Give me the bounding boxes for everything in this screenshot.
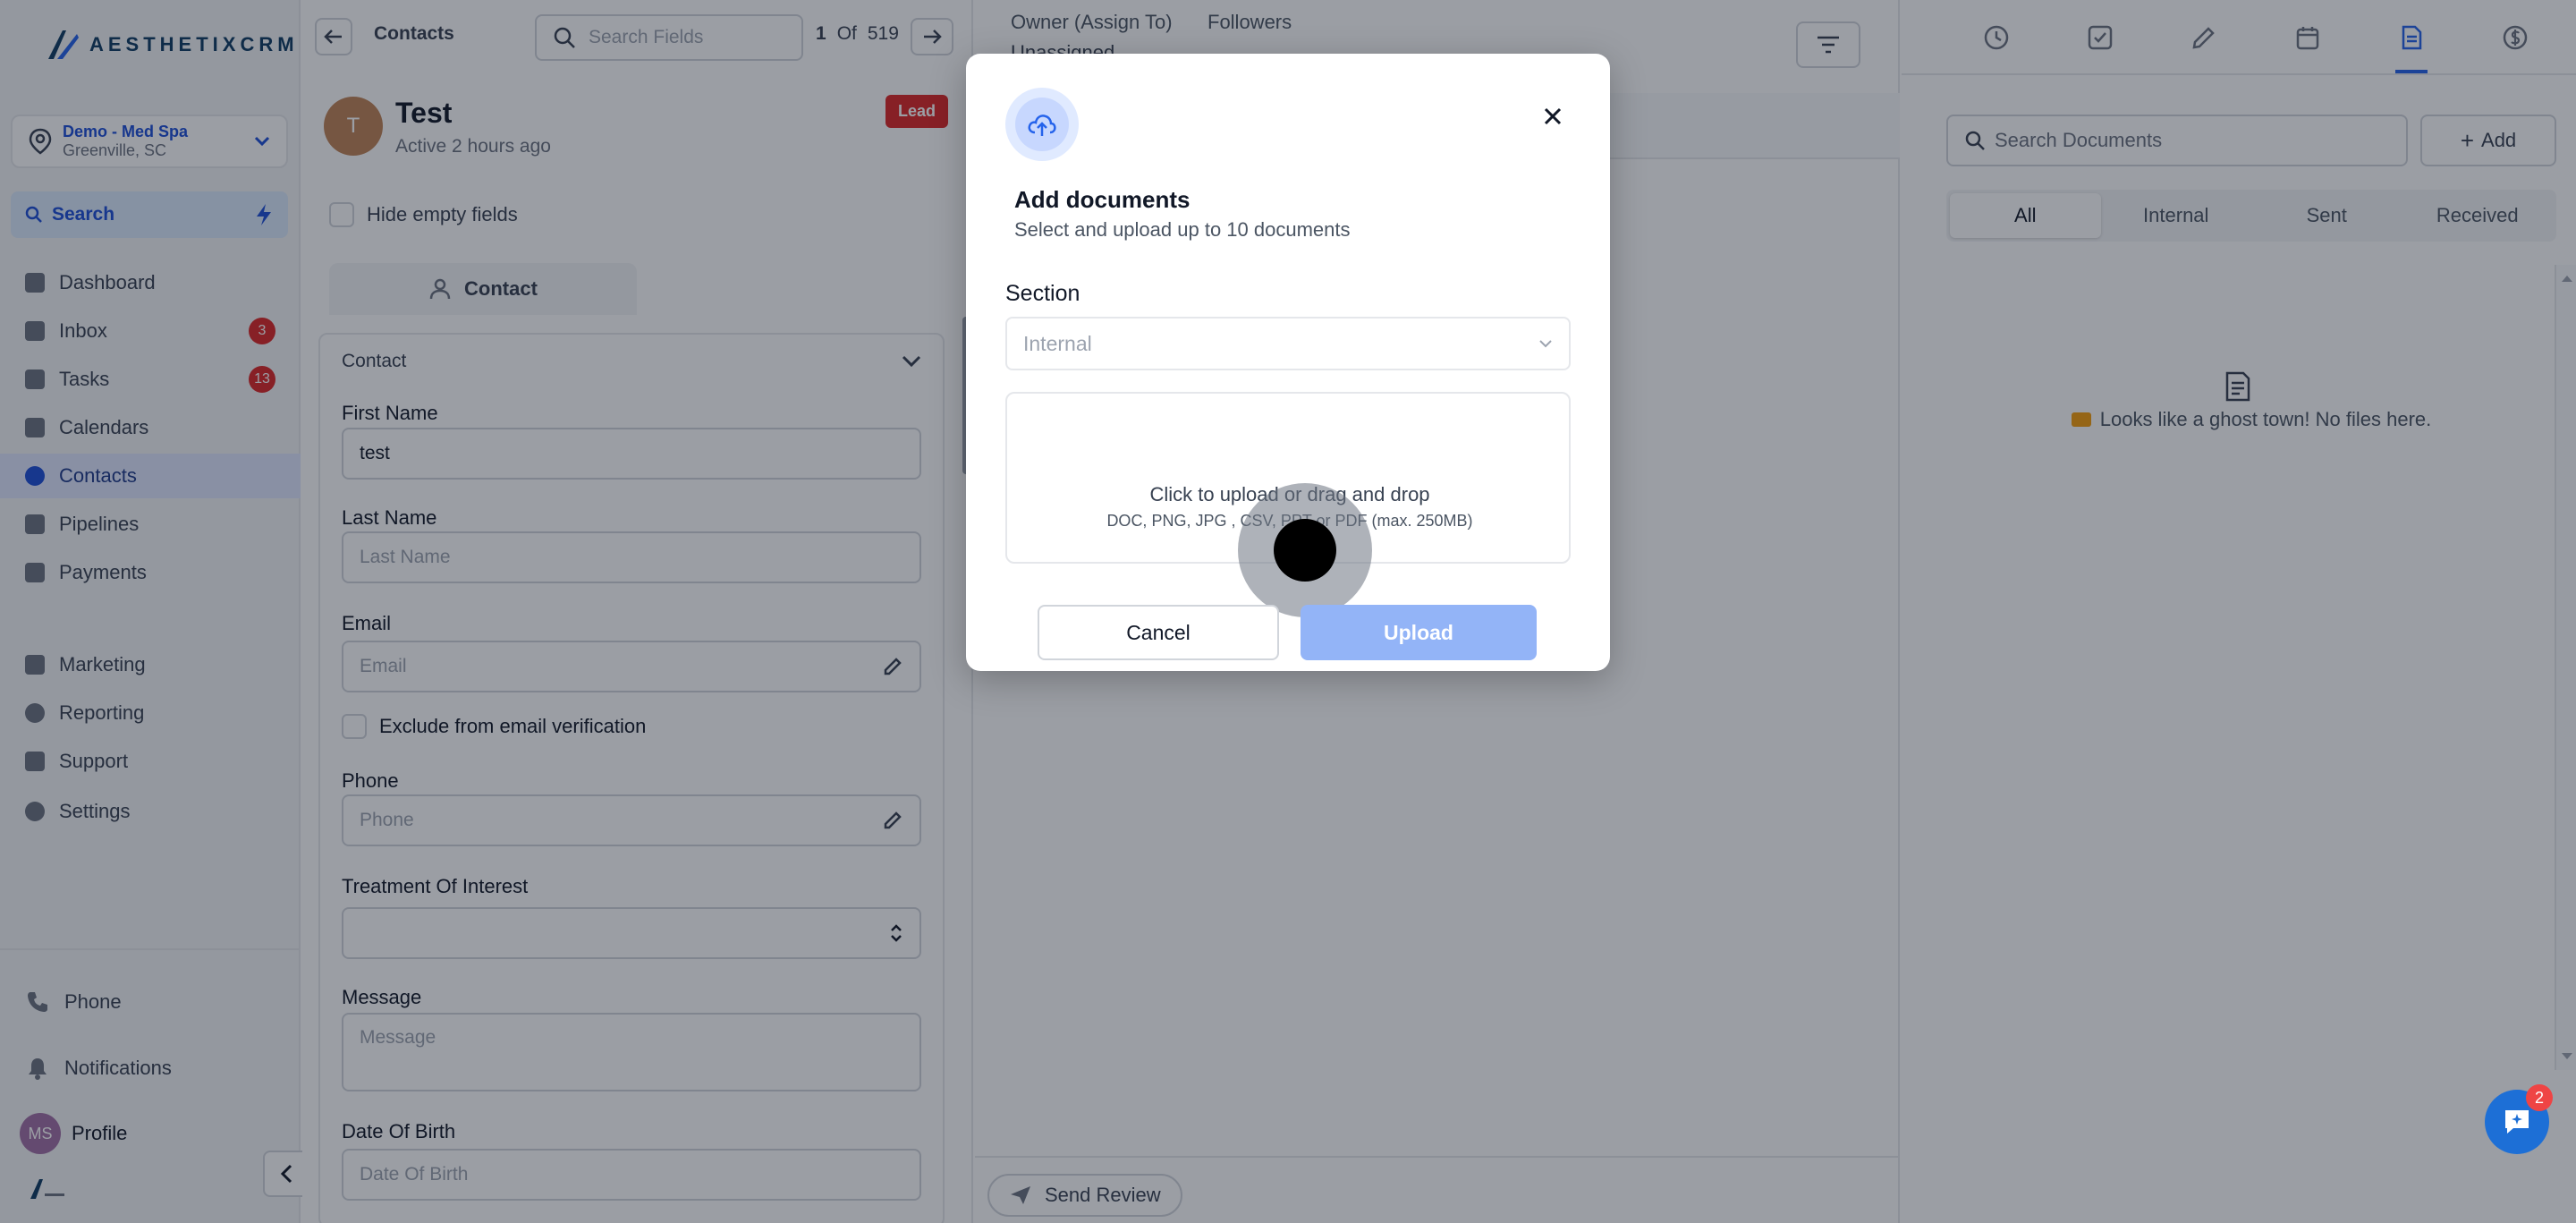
cursor-dot — [1274, 519, 1336, 582]
cloud-upload-icon — [1028, 115, 1056, 136]
chevron-down-icon — [1539, 340, 1552, 348]
section-select[interactable]: Internal — [1005, 317, 1571, 370]
cancel-button[interactable]: Cancel — [1038, 605, 1279, 660]
file-dropzone[interactable]: Click to upload or drag and drop DOC, PN… — [1005, 392, 1571, 617]
section-selected-value: Internal — [1023, 331, 1092, 355]
upload-button[interactable]: Upload — [1301, 605, 1537, 660]
section-label: Section — [1005, 281, 1080, 306]
close-icon — [1544, 107, 1562, 125]
add-documents-modal: Add documents Select and upload up to 10… — [966, 54, 1610, 671]
modal-title: Add documents — [1014, 186, 1191, 213]
cursor-click-indicator — [1238, 483, 1372, 617]
modal-subtitle: Select and upload up to 10 documents — [1014, 218, 1351, 241]
close-modal-button[interactable] — [1535, 98, 1571, 134]
upload-icon-badge — [1005, 88, 1079, 161]
chat-icon — [2505, 1110, 2529, 1134]
chat-unread-badge: 2 — [2526, 1084, 2553, 1111]
